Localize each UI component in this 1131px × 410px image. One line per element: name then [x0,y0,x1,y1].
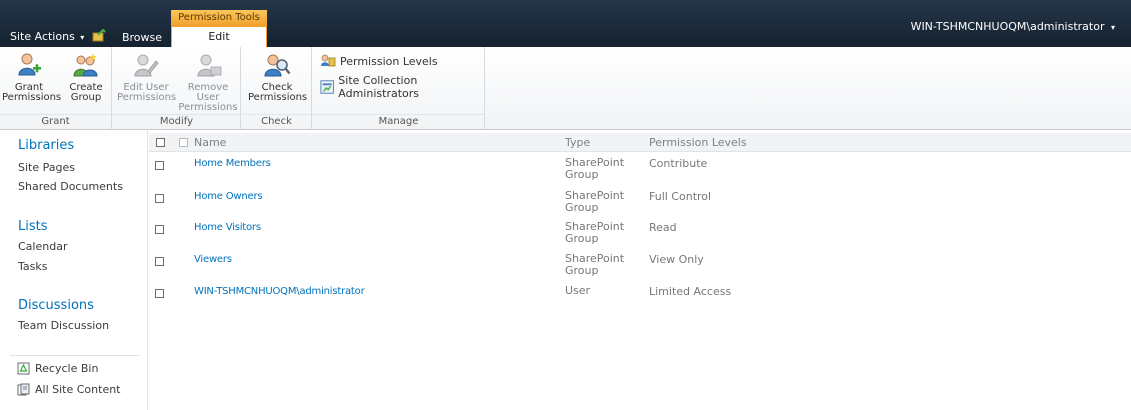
nav-heading-libraries[interactable]: Libraries [18,138,74,153]
check-permissions-label-2: Permissions [248,92,308,103]
row-type: SharePoint Group [565,190,635,214]
row-type: SharePoint Group [565,221,635,245]
remove-user-permissions-label-1: Remove User [187,82,229,103]
grant-permissions-label-2: Permissions [2,92,62,103]
row-type-line2: Group [565,264,599,277]
ribbon-group-grant: Grant Permissions Create Group Grant [0,47,112,129]
row-type: SharePoint Group [565,157,635,181]
row-type-line1: User [565,284,591,297]
create-group-label-2: Group [70,92,102,103]
tab-edit[interactable]: Edit [171,26,267,47]
top-bar: Site Actions ▾ Browse Permission Tools E… [0,0,1131,47]
row-name-link[interactable]: Home Members [194,158,271,169]
row-type: SharePoint Group [565,253,635,277]
check-permissions-button[interactable]: Check Permissions [248,51,308,103]
name-column-checkbox[interactable] [179,138,188,147]
ribbon-group-check: Check Permissions Check [242,47,312,129]
recycle-bin-link[interactable]: Recycle Bin [17,362,98,375]
site-collection-administrators-icon [320,80,334,94]
row-permission: Full Control [649,190,712,203]
recycle-bin-icon [17,362,30,375]
permission-tools-label: Permission Tools [171,10,267,26]
nav-heading-lists[interactable]: Lists [18,219,48,234]
edit-user-permissions-button[interactable]: Edit User Permissions [117,51,177,103]
site-collection-administrators-label: Site Collection Administrators [338,74,419,100]
table-row: Home Owners SharePoint Group Full Control [149,189,1131,221]
row-checkbox[interactable] [155,194,164,203]
select-all-checkbox[interactable] [156,138,165,147]
ribbon-group-label-grant: Grant [0,114,111,129]
ribbon-group-label-modify: Modify [113,114,240,129]
chevron-down-icon: ▾ [1110,23,1115,32]
table-row: Viewers SharePoint Group View Only [149,252,1131,284]
row-type-line2: Group [565,232,599,245]
permission-levels-label: Permission Levels [340,54,438,68]
ribbon: Grant Permissions Create Group Grant Edi… [0,47,1131,130]
edit-user-permissions-icon [134,54,159,77]
tab-browse[interactable]: Browse [115,28,169,47]
row-name-link[interactable]: WIN-TSHMCNHUOQM\administrator [194,286,365,297]
row-name-link[interactable]: Home Owners [194,191,263,202]
quick-launch: Libraries Site Pages Shared Documents Li… [0,131,148,410]
navigate-up-icon[interactable] [92,28,106,42]
nav-heading-discussions[interactable]: Discussions [18,298,94,313]
permission-levels-icon [321,54,336,67]
row-type-line2: Group [565,201,599,214]
row-checkbox[interactable] [155,257,164,266]
nav-item-team-discussion[interactable]: Team Discussion [18,319,109,332]
nav-separator [10,355,140,356]
row-name-link[interactable]: Viewers [194,254,232,265]
column-header-type[interactable]: Type [565,136,590,149]
nav-item-tasks[interactable]: Tasks [18,260,47,273]
create-group-button[interactable]: Create Group [64,51,108,103]
remove-user-permissions-label-2: Permissions [178,102,238,113]
site-collection-administrators-button[interactable]: Site Collection Administrators [320,74,484,100]
all-site-content-icon [17,383,30,396]
ribbon-group-manage: Permission Levels Site Collection Admini… [313,47,485,129]
row-permission: Limited Access [649,285,732,298]
site-actions-menu[interactable]: Site Actions ▾ [10,30,84,43]
all-site-content-link[interactable]: All Site Content [17,383,121,396]
row-name-link[interactable]: Home Visitors [194,222,261,233]
ribbon-group-label-check: Check [242,114,311,129]
permission-levels-button[interactable]: Permission Levels [320,53,438,69]
row-checkbox[interactable] [155,289,164,298]
table-header: Name Type Permission Levels [149,133,1131,152]
user-name: WIN-TSHMCNHUOQM\administrator [910,20,1105,33]
row-permission: Read [649,221,677,234]
table-row: Home Members SharePoint Group Contribute [149,156,1131,188]
site-actions-label: Site Actions [10,30,75,43]
row-checkbox[interactable] [155,161,164,170]
grant-permissions-icon [18,53,41,76]
table-row: WIN-TSHMCNHUOQM\administrator User Limit… [149,284,1131,316]
row-checkbox[interactable] [155,225,164,234]
nav-item-site-pages[interactable]: Site Pages [18,161,75,174]
create-group-icon [73,53,98,77]
row-permission: View Only [649,253,704,266]
row-permission: Contribute [649,157,708,170]
edit-user-permissions-label-2: Permissions [117,92,177,103]
row-type-line2: Group [565,168,599,181]
nav-item-shared-documents[interactable]: Shared Documents [18,180,123,193]
table-row: Home Visitors SharePoint Group Read [149,220,1131,252]
remove-user-permissions-button[interactable]: Remove User Permissions [177,51,239,113]
remove-user-permissions-icon [197,54,222,77]
nav-item-calendar[interactable]: Calendar [18,240,67,253]
recycle-bin-label: Recycle Bin [35,362,99,375]
column-header-permission-levels[interactable]: Permission Levels [649,136,747,149]
ribbon-group-label-manage: Manage [313,114,484,129]
user-menu[interactable]: WIN-TSHMCNHUOQM\administrator ▾ [911,20,1115,33]
all-site-content-label: All Site Content [35,383,121,396]
grant-permissions-button[interactable]: Grant Permissions [2,51,61,103]
row-type: User [565,285,635,297]
chevron-down-icon: ▾ [80,33,85,42]
check-permissions-icon [264,54,291,77]
ribbon-group-modify: Edit User Permissions Remove User Permis… [113,47,241,129]
column-header-name[interactable]: Name [194,136,226,149]
